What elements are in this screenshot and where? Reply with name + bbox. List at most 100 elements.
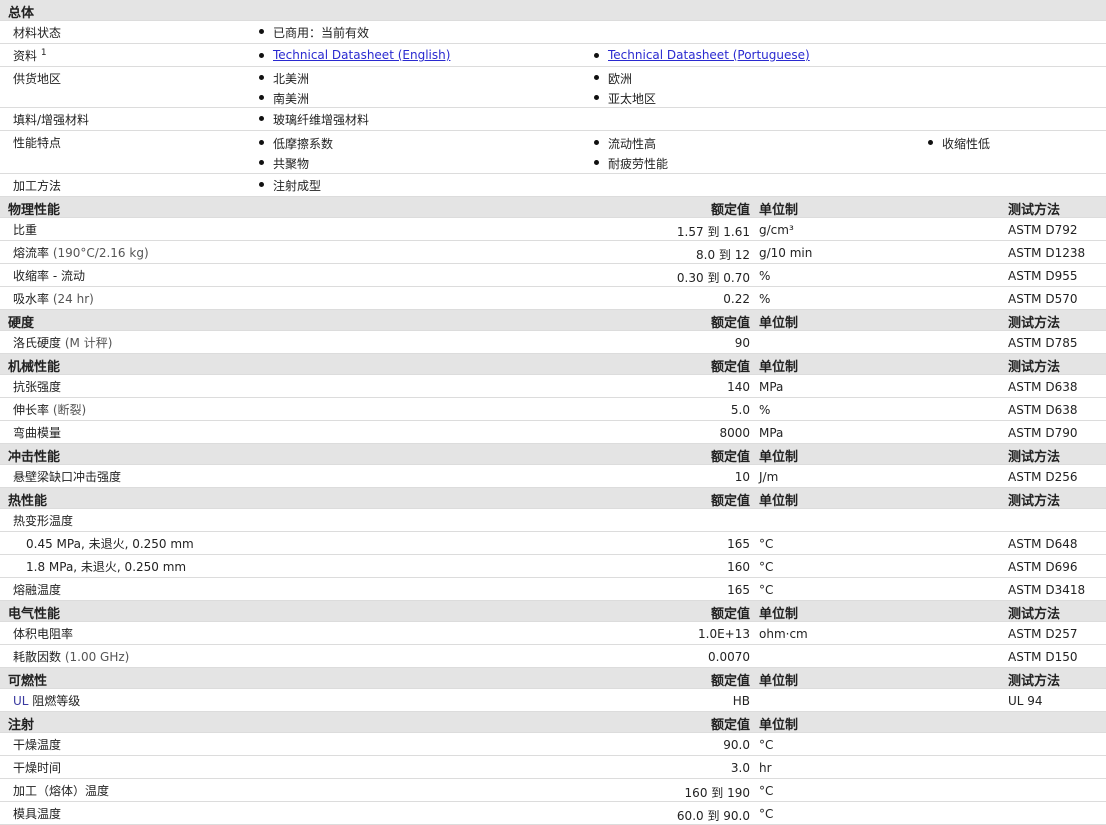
header-unit: 单位制 xyxy=(759,607,799,622)
status-value: 已商用：当前有效 xyxy=(258,26,370,40)
property-name: 弯曲模量 xyxy=(13,424,61,441)
property-method: ASTM D570 xyxy=(1008,292,1078,306)
property-method: ASTM D638 xyxy=(1008,403,1078,417)
features-row: 性能特点 低摩擦系数 流动性高 收缩性低 共聚物 耐疲劳性能 xyxy=(0,131,1106,174)
property-label: 1.8 MPa, 未退火, 0.250 mm xyxy=(26,560,187,574)
property-value: 165 xyxy=(727,583,750,597)
process-row: 加工方法 注射成型 xyxy=(0,174,1106,197)
property-name: 熔流率 (190°C/2.16 kg) xyxy=(13,244,149,261)
property-unit: ohm·cm xyxy=(759,627,808,641)
property-method: ASTM D790 xyxy=(1008,426,1078,440)
datasheet-english-link[interactable]: Technical Datasheet (English) xyxy=(258,48,450,62)
property-unit: % xyxy=(759,269,771,283)
property-label: 伸长率 xyxy=(13,403,50,417)
property-value: 140 xyxy=(727,380,750,394)
property-row: 熔流率 (190°C/2.16 kg) 8.0 到 12 g/10 min ASTM … xyxy=(0,241,1106,264)
property-row: 0.45 MPa, 未退火, 0.250 mm 165 °C ASTM D648 xyxy=(0,532,1106,555)
property-row: 吸水率 (24 hr) 0.22% ASTM D570 xyxy=(0,287,1106,310)
property-row: 悬壁梁缺口冲击强度 10 J/m ASTM D256 xyxy=(0,465,1106,488)
property-label: 加工（熔体）温度 xyxy=(13,784,110,798)
property-name: 加工（熔体）温度 xyxy=(13,782,109,799)
property-name: 0.45 MPa, 未退火, 0.250 mm xyxy=(26,535,194,552)
header-unit: 单位制 xyxy=(759,494,799,509)
property-label: 吸水率 xyxy=(13,292,50,306)
property-value: HB xyxy=(732,694,750,708)
property-row: 干燥时间 3.0 hr xyxy=(0,756,1106,779)
property-label: 阻燃等级 xyxy=(32,694,81,708)
header-method: 测试方法 xyxy=(1008,450,1061,465)
header-method: 测试方法 xyxy=(1008,674,1061,689)
property-value: 1.0E+13 xyxy=(698,627,750,641)
property-label: 比重 xyxy=(13,223,38,237)
property-unit: MPa xyxy=(759,426,784,440)
property-name: 洛氏硬度 (M 计秤) xyxy=(13,334,112,351)
header-method: 测试方法 xyxy=(1008,360,1061,375)
property-row: UL 阻燃等级 HB UL 94 xyxy=(0,689,1106,712)
property-value: 1.57 到 1.61 xyxy=(676,225,750,239)
property-unit: °C xyxy=(759,738,774,752)
section-thermal: 热性能 额定值 单位制 测试方法 xyxy=(0,488,1106,509)
header-method: 测试方法 xyxy=(1008,607,1061,622)
region-item: 北美洲 xyxy=(258,72,310,86)
property-condition: (M 计秤) xyxy=(64,336,113,350)
property-row: 体积电阻率 1.0E+13 ohm·cm ASTM D257 xyxy=(0,622,1106,645)
property-condition: (24 hr) xyxy=(52,292,94,306)
row-label: 填料/增强材料 xyxy=(13,113,90,127)
header-value: 额定值 xyxy=(710,607,750,622)
header-unit: 单位制 xyxy=(759,360,799,375)
property-label: 耗散因数 xyxy=(13,650,62,664)
property-row: 模具温度 60.0 到 90.0 °C xyxy=(0,802,1106,825)
property-condition: (断裂) xyxy=(52,403,87,417)
property-row: 比重 1.57 到 1.61 g/cm³ ASTM D792 xyxy=(0,218,1106,241)
property-label: 0.45 MPa, 未退火, 0.250 mm xyxy=(26,537,194,551)
property-unit: g/cm³ xyxy=(759,223,794,237)
property-name: 1.8 MPa, 未退火, 0.250 mm xyxy=(26,558,186,575)
header-unit: 单位制 xyxy=(759,674,799,689)
property-value: 160 到 190 xyxy=(684,786,750,800)
section-title: 冲击性能 xyxy=(8,450,61,465)
row-label: 供货地区 xyxy=(13,72,62,86)
property-value: 8.0 到 12 xyxy=(696,248,750,262)
property-method: ASTM D3418 xyxy=(1008,583,1086,597)
property-label: 弯曲模量 xyxy=(13,426,62,440)
header-unit: 单位制 xyxy=(759,718,799,733)
property-method: ASTM D648 xyxy=(1008,537,1078,551)
property-sections: 物理性能 额定值 单位制 测试方法 比重 1.57 到 1.61 g/cm³ ASTM D79… xyxy=(0,197,1106,825)
property-value: 5.0 xyxy=(730,403,750,417)
property-name: 干燥温度 xyxy=(13,736,61,753)
datasheet-portuguese-link[interactable]: Technical Datasheet (Portuguese) xyxy=(594,48,810,62)
section-title: 机械性能 xyxy=(8,360,61,375)
property-row: 洛氏硬度 (M 计秤) 90 ASTM D785 xyxy=(0,331,1106,354)
property-label: 悬壁梁缺口冲击强度 xyxy=(13,470,122,484)
region-item: 亚太地区 xyxy=(593,92,657,106)
property-unit: °C xyxy=(759,583,774,597)
property-condition: (1.00 GHz) xyxy=(64,650,130,664)
header-value: 额定值 xyxy=(710,674,750,689)
property-unit: °C xyxy=(759,807,774,821)
section-physical: 物理性能 额定值 单位制 测试方法 xyxy=(0,197,1106,218)
property-value: 3.0 xyxy=(730,761,750,775)
section-general: 总体 xyxy=(0,0,1106,21)
property-label: 洛氏硬度 xyxy=(13,336,62,350)
property-value: 165 xyxy=(727,537,750,551)
section-title: 热性能 xyxy=(8,494,48,509)
property-row: 熔融温度 165 °C ASTM D3418 xyxy=(0,578,1106,601)
property-value: 0.0070 xyxy=(708,650,750,664)
property-unit: °C xyxy=(759,784,774,798)
section-title: 总体 xyxy=(8,6,35,21)
property-name: 模具温度 xyxy=(13,805,61,822)
property-row: 伸长率 (断裂) 5.0% ASTM D638 xyxy=(0,398,1106,421)
property-method: ASTM D256 xyxy=(1008,470,1078,484)
header-unit: 单位制 xyxy=(759,203,799,218)
header-method: 测试方法 xyxy=(1008,203,1061,218)
section-hardness: 硬度 额定值 单位制 测试方法 xyxy=(0,310,1106,331)
process-value: 注射成型 xyxy=(258,179,322,193)
property-name: 伸长率 (断裂) xyxy=(13,401,86,418)
property-name: 熔融温度 xyxy=(13,581,61,598)
filler-value: 玻璃纤维增强材料 xyxy=(258,113,370,127)
property-condition: (190°C/2.16 kg) xyxy=(52,246,149,260)
property-label: 干燥时间 xyxy=(13,761,62,775)
header-value: 额定值 xyxy=(710,718,750,733)
feature-item: 流动性高 xyxy=(593,137,657,151)
property-row: 热变形温度 xyxy=(0,509,1106,532)
